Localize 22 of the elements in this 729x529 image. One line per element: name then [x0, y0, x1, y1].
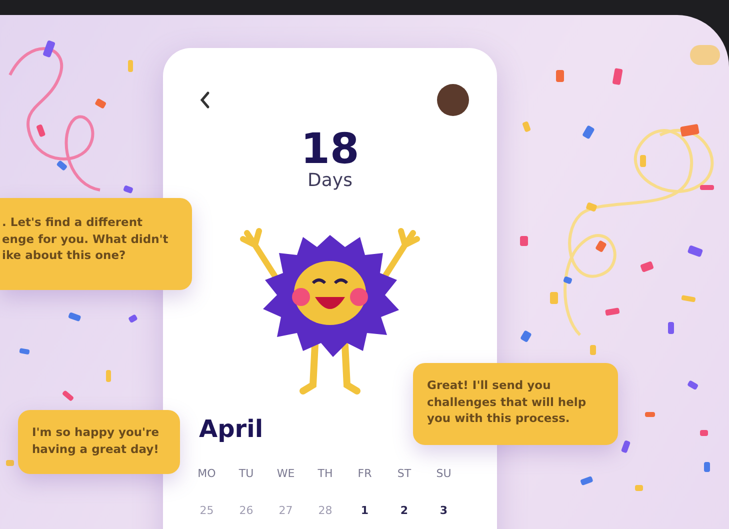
weekday-label: SU: [435, 467, 452, 480]
weekday-label: TU: [238, 467, 255, 480]
weekday-label: FR: [356, 467, 373, 480]
calendar-day[interactable]: 2: [384, 504, 424, 517]
calendar-day[interactable]: 28: [306, 504, 345, 517]
calendar-day[interactable]: 27: [266, 504, 306, 517]
calendar-day[interactable]: 26: [226, 504, 266, 517]
day-count-label: Days: [306, 170, 354, 191]
back-icon[interactable]: [199, 91, 211, 109]
calendar-day[interactable]: 1: [345, 504, 384, 517]
chat-bubble: . Let's find a different enge for you. What didn't ike about this one?: [0, 198, 192, 290]
avatar[interactable]: [437, 84, 469, 116]
calendar-day[interactable]: 25: [187, 504, 226, 517]
day-count: 18: [300, 128, 360, 170]
chat-bubble: I'm so happy you're having a great day!: [18, 410, 180, 474]
weekday-label: WE: [276, 467, 296, 480]
chat-bubble: Great! I'll send you challenges that will help you with this process.: [413, 363, 618, 445]
weekday-label: TH: [316, 467, 334, 480]
calendar-day[interactable]: 3: [424, 504, 464, 517]
weekday-label: ST: [396, 467, 412, 480]
weekday-label: MO: [196, 467, 217, 480]
month-title: April: [199, 415, 264, 443]
